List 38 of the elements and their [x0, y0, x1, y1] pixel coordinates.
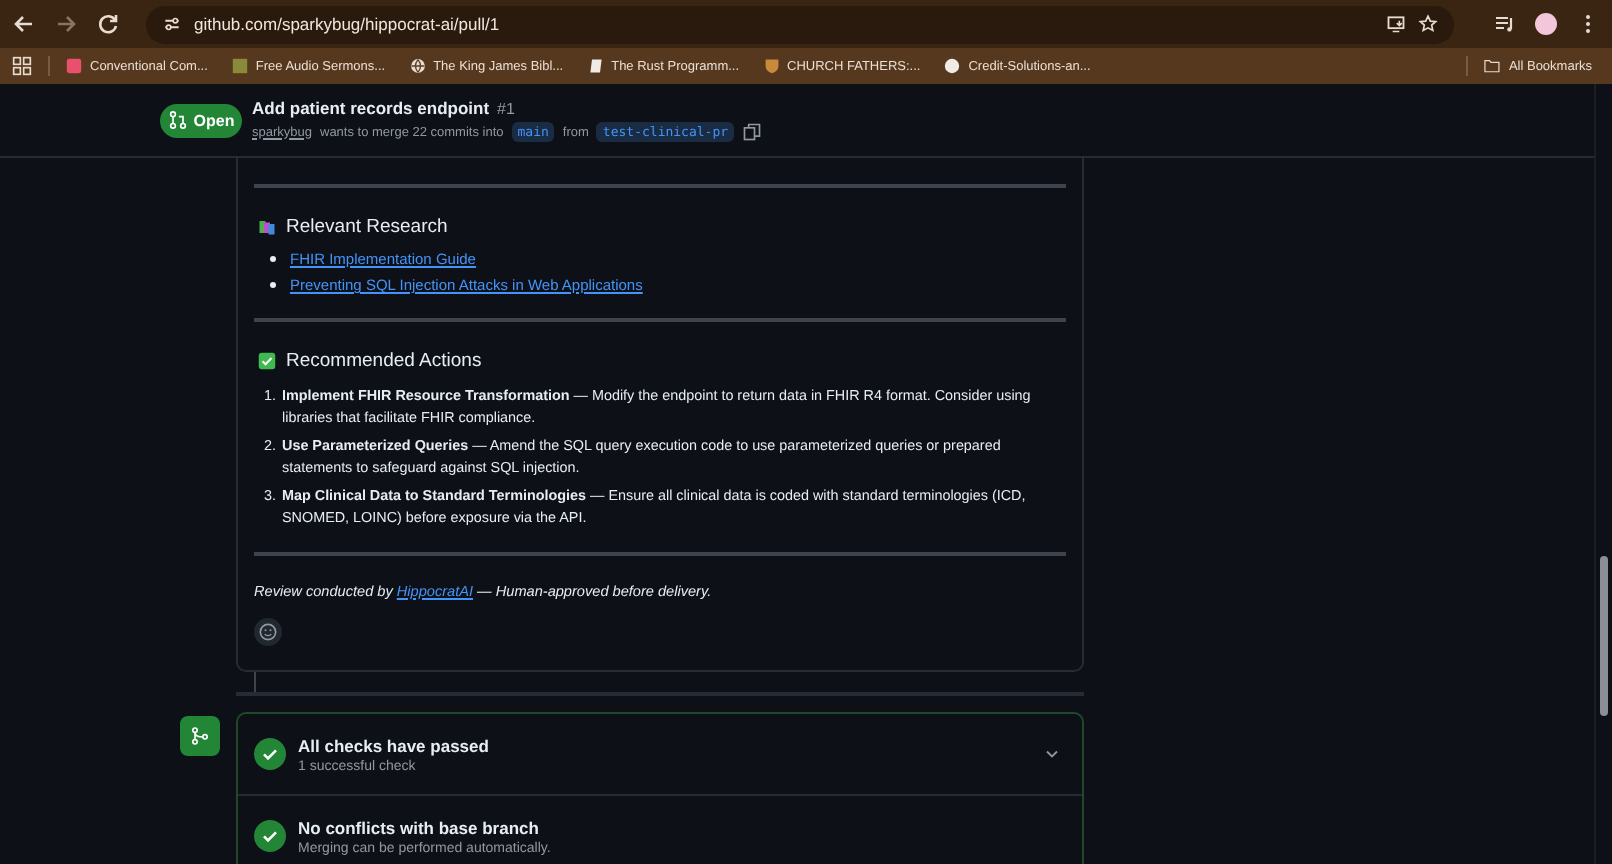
open-state-badge: Open — [160, 103, 242, 137]
apps-icon[interactable] — [12, 56, 32, 76]
section-heading: Recommended Actions — [286, 350, 482, 372]
install-app-icon[interactable] — [1386, 14, 1406, 34]
address-bar[interactable]: github.com/sparkybug/hippocrat-ai/pull/1 — [146, 5, 1454, 43]
avatar-icon[interactable] — [1534, 12, 1558, 36]
pull-request-icon — [167, 110, 188, 130]
favicon-icon — [66, 58, 82, 74]
favicon-icon — [587, 58, 604, 74]
check-title: All checks have passed — [298, 735, 489, 755]
url-text: github.com/sparkybug/hippocrat-ai/pull/1 — [194, 14, 500, 34]
favicon-icon — [763, 58, 780, 74]
favicon-icon — [944, 58, 961, 74]
pull-request-number: #1 — [497, 100, 515, 118]
star-icon[interactable] — [1418, 14, 1438, 34]
merge-status-icon — [180, 716, 220, 756]
reload-icon[interactable] — [96, 12, 120, 36]
success-check-icon — [254, 738, 286, 770]
check-mark-icon — [258, 352, 276, 370]
add-reaction-button[interactable] — [254, 618, 282, 646]
copy-icon[interactable] — [742, 122, 763, 142]
site-settings-icon[interactable] — [162, 14, 182, 34]
bullet-icon — [270, 256, 276, 262]
check-title: No conflicts with base branch — [298, 817, 541, 837]
success-check-icon — [254, 820, 286, 852]
pull-request-title: Add patient records endpoint — [252, 98, 490, 118]
scrollbar[interactable] — [1594, 84, 1612, 864]
section-heading: Relevant Research — [286, 216, 448, 238]
favicon-icon — [409, 58, 426, 74]
folder-icon — [1484, 58, 1501, 74]
smiley-icon — [258, 622, 278, 642]
back-icon[interactable] — [12, 12, 36, 36]
books-icon — [258, 218, 276, 236]
favicon-icon — [231, 58, 248, 74]
scrollbar-thumb[interactable] — [1600, 556, 1608, 716]
bullet-icon — [270, 282, 276, 288]
forward-icon[interactable] — [54, 12, 78, 36]
media-icon[interactable] — [1492, 12, 1516, 36]
